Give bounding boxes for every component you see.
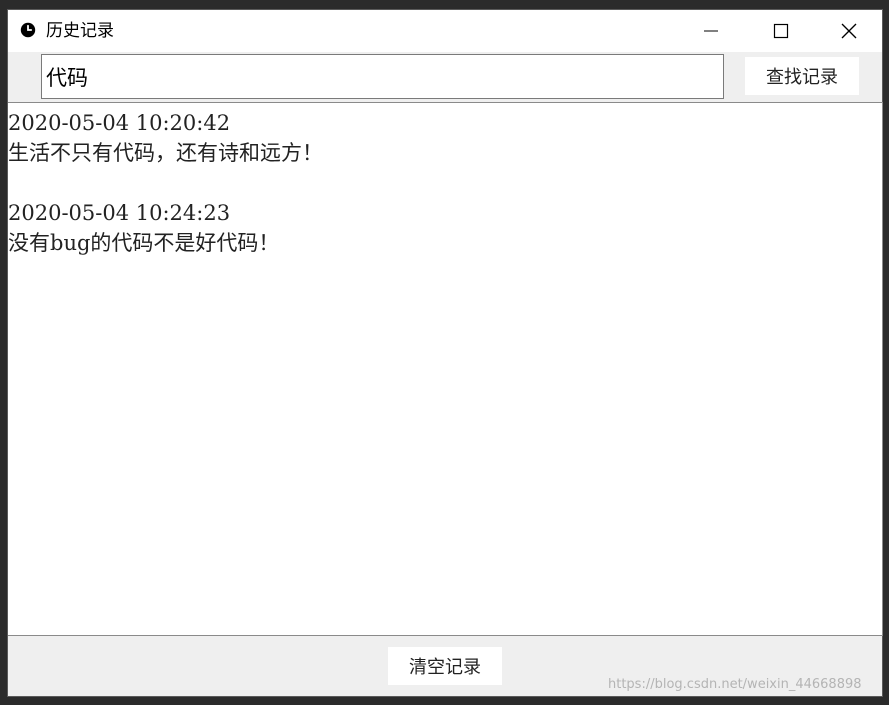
maximize-icon: [773, 23, 789, 39]
window-title: 历史记录: [46, 21, 114, 41]
history-entry-text: 没有bug的代码不是好代码！: [8, 231, 280, 255]
history-entry-timestamp: 2020-05-04 10:24:23: [8, 201, 231, 225]
search-row: 查找记录: [8, 52, 882, 102]
close-button[interactable]: [814, 10, 884, 52]
bottom-bar: 清空记录 https://blog.csdn.net/weixin_446688…: [8, 636, 882, 696]
search-input[interactable]: [41, 54, 724, 99]
history-entry-text: 生活不只有代码，还有诗和远方！: [8, 141, 323, 165]
title-bar[interactable]: 历史记录: [8, 10, 882, 52]
close-icon: [841, 23, 857, 39]
maximize-button[interactable]: [746, 10, 816, 52]
history-entry-timestamp: 2020-05-04 10:20:42: [8, 111, 231, 135]
watermark: https://blog.csdn.net/weixin_44668898: [608, 677, 862, 692]
clear-records-button[interactable]: 清空记录: [388, 647, 502, 685]
history-window: 历史记录 查找记录 2020-05-04 10:20:42 生活不只有代码，还有…: [7, 9, 883, 697]
clock-icon: [20, 22, 36, 38]
background-left: [0, 0, 7, 705]
minimize-icon: [704, 30, 718, 32]
minimize-button[interactable]: [676, 10, 746, 52]
find-records-button[interactable]: 查找记录: [745, 57, 859, 95]
background-right: [883, 0, 889, 705]
history-list[interactable]: 2020-05-04 10:20:42 生活不只有代码，还有诗和远方！ 2020…: [8, 102, 883, 636]
